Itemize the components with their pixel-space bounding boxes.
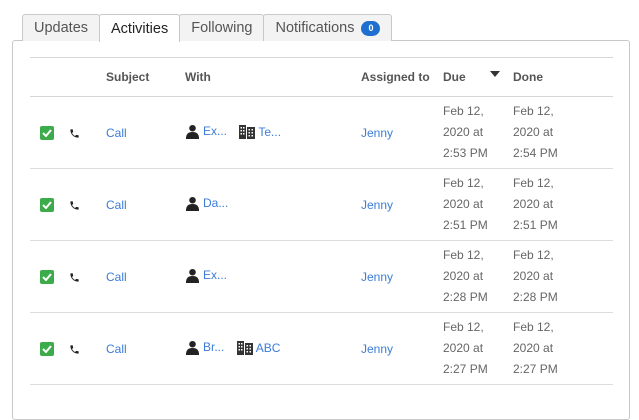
person-link: Ex... <box>203 124 228 138</box>
with-person[interactable]: Da... <box>185 196 228 211</box>
table-row: Call Da... Jenny Feb 12, 2020 at 2:51 PM F… <box>30 168 613 241</box>
person-link: Br... <box>203 340 225 354</box>
company-link: ABC <box>255 340 281 355</box>
phone-icon <box>70 273 79 282</box>
due-date: Feb 12, 2020 at 2:51 PM <box>443 168 513 241</box>
with-cell: Da... <box>185 168 361 241</box>
building-icon <box>236 340 253 355</box>
phone-icon <box>70 201 79 210</box>
header-type <box>68 57 106 97</box>
person-link: Ex... <box>203 268 228 282</box>
checkbox-checked-icon[interactable] <box>40 269 54 284</box>
checkbox-checked-icon[interactable] <box>40 341 54 356</box>
subject-link[interactable]: Call <box>106 126 127 140</box>
assigned-user-link[interactable]: Jenny <box>361 270 393 284</box>
person-icon <box>185 124 200 139</box>
done-date: Feb 12, 2020 at 2:54 PM <box>513 96 613 169</box>
checkbox-checked-icon[interactable] <box>40 197 54 212</box>
activities-panel: Subject With Assigned to Due Done Call E… <box>12 40 630 420</box>
with-person[interactable]: Ex... <box>185 124 227 139</box>
phone-icon <box>70 345 79 354</box>
tab-updates[interactable]: Updates <box>22 14 101 41</box>
assigned-user-link[interactable]: Jenny <box>361 342 393 356</box>
table-row: Call Br... ABC Jenny Feb 12, 2020 at 2:27 … <box>30 312 613 385</box>
done-date: Feb 12, 2020 at 2:51 PM <box>513 168 613 241</box>
table-header-row: Subject With Assigned to Due Done <box>30 57 613 97</box>
with-person[interactable]: Ex... <box>185 268 227 283</box>
assigned-user-link[interactable]: Jenny <box>361 126 393 140</box>
due-date: Feb 12, 2020 at 2:27 PM <box>443 312 513 385</box>
checkbox-checked-icon[interactable] <box>40 125 54 140</box>
tab-following[interactable]: Following <box>179 14 265 41</box>
with-cell: Ex... Te... <box>185 96 361 169</box>
tab-notifications[interactable]: Notifications 0 <box>263 14 393 41</box>
tab-notifications-label: Notifications <box>275 20 355 36</box>
person-icon <box>185 196 200 211</box>
company-link: Te... <box>258 124 282 139</box>
phone-icon <box>70 129 79 138</box>
subject-link[interactable]: Call <box>106 342 127 356</box>
done-date: Feb 12, 2020 at 2:28 PM <box>513 240 613 313</box>
header-due[interactable]: Due <box>443 57 513 97</box>
activities-table: Subject With Assigned to Due Done Call E… <box>30 57 613 385</box>
due-date: Feb 12, 2020 at 2:28 PM <box>443 240 513 313</box>
subject-link[interactable]: Call <box>106 198 127 212</box>
building-icon <box>239 124 256 139</box>
header-assigned[interactable]: Assigned to <box>361 57 443 97</box>
header-done-status <box>30 57 68 97</box>
person-icon <box>185 268 200 283</box>
person-link: Da... <box>203 196 229 210</box>
done-date: Feb 12, 2020 at 2:27 PM <box>513 312 613 385</box>
table-row: Call Ex... Te... Jenny Feb 12, 2020 at 2:5… <box>30 96 613 169</box>
with-person[interactable]: Br... <box>185 340 224 355</box>
caret-down-icon <box>490 71 500 77</box>
header-subject[interactable]: Subject <box>106 57 185 97</box>
header-due-label: Due <box>443 70 466 84</box>
person-icon <box>185 340 200 355</box>
with-company[interactable]: Te... <box>239 124 282 139</box>
header-done[interactable]: Done <box>513 57 613 97</box>
with-company[interactable]: ABC <box>236 340 281 355</box>
tab-activities[interactable]: Activities <box>99 14 181 42</box>
with-cell: Ex... <box>185 240 361 313</box>
subject-link[interactable]: Call <box>106 270 127 284</box>
tab-bar: Updates Activities Following Notificatio… <box>22 14 393 42</box>
header-with[interactable]: With <box>185 57 361 97</box>
assigned-user-link[interactable]: Jenny <box>361 198 393 212</box>
due-date: Feb 12, 2020 at 2:53 PM <box>443 96 513 169</box>
notification-count-badge: 0 <box>361 20 381 36</box>
table-row: Call Ex... Jenny Feb 12, 2020 at 2:28 PM F… <box>30 240 613 313</box>
with-cell: Br... ABC <box>185 312 361 385</box>
